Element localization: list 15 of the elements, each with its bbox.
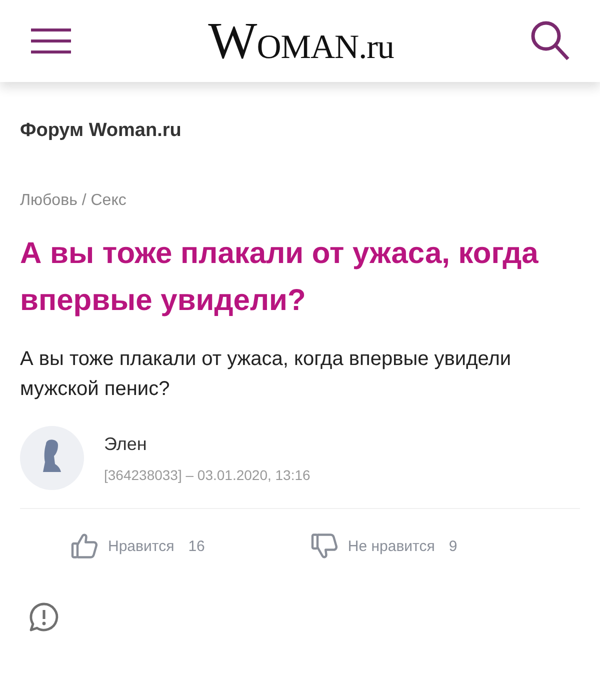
post-title: А вы тоже плакали от ужаса, когда впервые увидели? <box>20 236 540 319</box>
thumbs-down-icon <box>310 531 340 561</box>
menu-icon[interactable] <box>30 27 72 55</box>
forum-title: Форум Woman.ru <box>20 120 182 142</box>
post-body: А вы тоже плакали от ужаса, когда впервые увидели мужской пенис? <box>20 347 512 402</box>
like-button[interactable]: Нравится 16 <box>70 531 205 561</box>
avatar-icon <box>20 426 84 490</box>
site-logo[interactable]: WOMAN.ru <box>208 12 394 70</box>
search-icon[interactable] <box>530 20 570 62</box>
report-icon[interactable] <box>28 601 60 633</box>
post-meta: [364238033] – 03.01.2020, 13:16 <box>104 466 310 482</box>
dislike-button[interactable]: Не нравится 9 <box>310 531 458 561</box>
breadcrumb[interactable]: Любовь / Секс <box>20 192 580 210</box>
author-name[interactable]: Элен <box>104 434 310 454</box>
thumbs-up-icon <box>70 531 100 561</box>
